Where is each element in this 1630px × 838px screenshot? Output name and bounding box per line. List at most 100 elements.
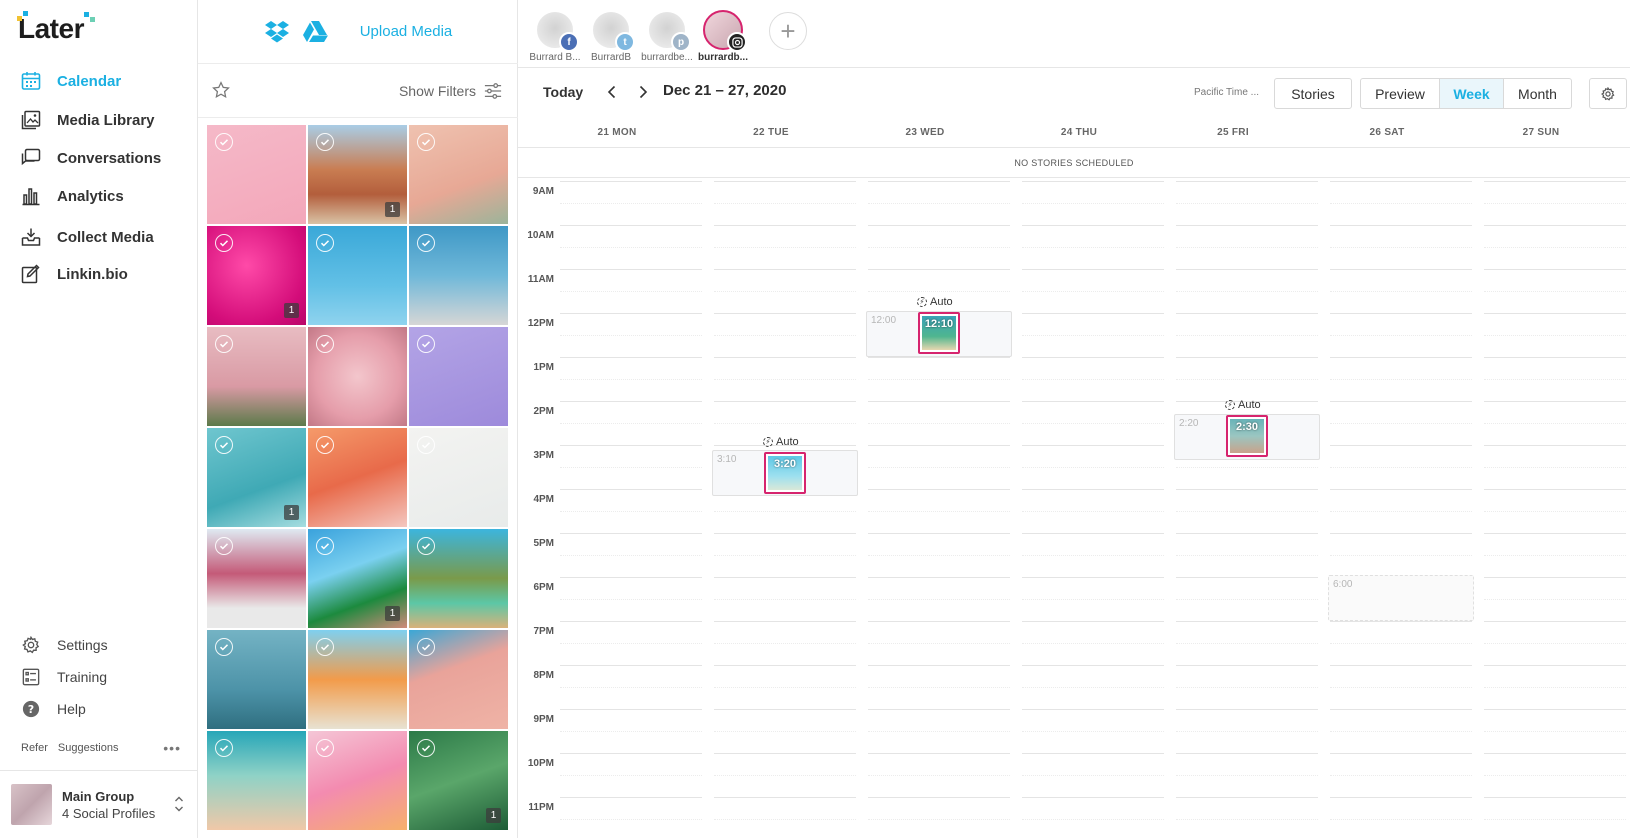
hour-line — [1330, 665, 1472, 666]
media-tile[interactable]: 1 — [409, 731, 508, 830]
nav-conversations[interactable]: Conversations — [20, 143, 190, 173]
media-tile[interactable] — [308, 226, 407, 325]
half-hour-line — [1022, 467, 1164, 468]
check-circle-icon[interactable] — [215, 335, 233, 353]
filter-sliders-icon[interactable] — [484, 82, 502, 105]
instagram-icon — [727, 32, 747, 52]
media-tile[interactable] — [207, 327, 306, 426]
check-circle-icon[interactable] — [316, 234, 334, 252]
check-circle-icon[interactable] — [215, 133, 233, 151]
timezone-selector[interactable]: Pacific Time ... — [1194, 87, 1266, 98]
profile-avatar: f — [535, 10, 579, 52]
nav-settings[interactable]: Settings — [20, 632, 190, 658]
chevron-left-icon[interactable] — [602, 82, 622, 102]
nav-calendar[interactable]: Calendar — [20, 66, 190, 96]
check-circle-icon[interactable] — [215, 234, 233, 252]
media-tile[interactable] — [207, 529, 306, 628]
media-tile[interactable] — [409, 226, 508, 325]
media-tile[interactable] — [409, 529, 508, 628]
hour-line — [868, 269, 1010, 270]
hour-line — [1022, 313, 1164, 314]
media-tile[interactable] — [207, 125, 306, 224]
profile-instagram[interactable]: burrardb... — [688, 10, 758, 63]
half-hour-line — [1022, 423, 1164, 424]
later-logo[interactable]: Later — [17, 11, 95, 44]
check-circle-icon[interactable] — [417, 335, 435, 353]
media-tile[interactable] — [308, 428, 407, 527]
hour-line — [560, 269, 702, 270]
google-drive-icon[interactable] — [302, 20, 328, 43]
check-circle-icon[interactable] — [316, 537, 334, 555]
check-circle-icon[interactable] — [417, 537, 435, 555]
check-circle-icon[interactable] — [316, 739, 334, 757]
add-profile-button[interactable]: + — [769, 12, 807, 50]
hour-line — [1176, 225, 1318, 226]
suggestions-link[interactable]: Suggestions — [58, 742, 119, 754]
nav-media-library[interactable]: Media Library — [20, 105, 190, 135]
hour-line — [868, 401, 1010, 402]
media-tile[interactable] — [308, 327, 407, 426]
upload-media-button[interactable]: Upload Media — [360, 23, 453, 40]
today-button[interactable]: Today — [543, 84, 583, 100]
media-tile[interactable]: 1 — [207, 226, 306, 325]
media-tile[interactable] — [409, 630, 508, 729]
media-tile[interactable] — [409, 125, 508, 224]
media-tile[interactable] — [308, 731, 407, 830]
show-filters-button[interactable]: Show Filters — [399, 83, 476, 99]
auto-publish-icon: ⚡ — [1225, 400, 1235, 410]
check-circle-icon[interactable] — [316, 335, 334, 353]
media-tile[interactable] — [409, 327, 508, 426]
star-icon[interactable] — [212, 81, 230, 104]
media-tile[interactable] — [207, 731, 306, 830]
time-slot[interactable]: 6:00 — [1328, 575, 1474, 621]
group-avatar — [11, 784, 52, 825]
week-view-button[interactable]: Week — [1439, 78, 1504, 109]
scheduled-post[interactable]: 2:30 — [1226, 415, 1268, 457]
scheduled-post[interactable]: 3:20 — [764, 451, 806, 494]
chevron-right-icon[interactable] — [633, 82, 653, 102]
check-circle-icon[interactable] — [316, 638, 334, 656]
more-options-icon[interactable]: ••• — [163, 740, 181, 756]
half-hour-line — [1022, 335, 1164, 336]
hour-line — [714, 357, 856, 358]
nav-linkin-bio[interactable]: Linkin.bio — [20, 259, 190, 289]
half-hour-line — [1176, 379, 1318, 380]
check-circle-icon[interactable] — [215, 436, 233, 454]
check-circle-icon[interactable] — [417, 436, 435, 454]
media-tile[interactable]: 1 — [207, 428, 306, 527]
nav-analytics[interactable]: Analytics — [20, 181, 190, 211]
media-tile[interactable] — [308, 630, 407, 729]
month-view-button[interactable]: Month — [1503, 78, 1572, 109]
scheduled-post[interactable]: 12:10 — [918, 312, 960, 355]
media-tile[interactable]: 1 — [308, 529, 407, 628]
preview-button[interactable]: Preview — [1360, 78, 1440, 109]
media-tile[interactable] — [207, 630, 306, 729]
analytics-icon — [20, 185, 42, 207]
calendar-settings-button[interactable] — [1589, 78, 1627, 109]
hour-line — [1022, 797, 1164, 798]
refer-link[interactable]: Refer — [21, 742, 48, 754]
check-circle-icon[interactable] — [417, 638, 435, 656]
logo-text: Later — [18, 13, 84, 44]
nav-collect-media[interactable]: Collect Media — [20, 222, 190, 252]
check-circle-icon[interactable] — [316, 436, 334, 454]
check-circle-icon[interactable] — [417, 133, 435, 151]
check-circle-icon[interactable] — [316, 133, 334, 151]
stories-button[interactable]: Stories — [1274, 78, 1352, 109]
nav-help[interactable]: ? Help — [20, 696, 190, 722]
check-circle-icon[interactable] — [417, 234, 435, 252]
half-hour-line — [560, 467, 702, 468]
check-circle-icon[interactable] — [417, 739, 435, 757]
nav-training[interactable]: Training — [20, 664, 190, 690]
group-switcher[interactable]: Main Group 4 Social Profiles — [0, 770, 198, 838]
dropbox-icon[interactable] — [264, 20, 290, 44]
media-tile[interactable] — [409, 428, 508, 527]
media-tile[interactable]: 1 — [308, 125, 407, 224]
hour-line — [1484, 753, 1626, 754]
hour-line — [868, 445, 1010, 446]
profile-avatar: p — [647, 10, 691, 52]
check-circle-icon[interactable] — [215, 638, 233, 656]
check-circle-icon[interactable] — [215, 537, 233, 555]
check-circle-icon[interactable] — [215, 739, 233, 757]
hour-line — [714, 709, 856, 710]
